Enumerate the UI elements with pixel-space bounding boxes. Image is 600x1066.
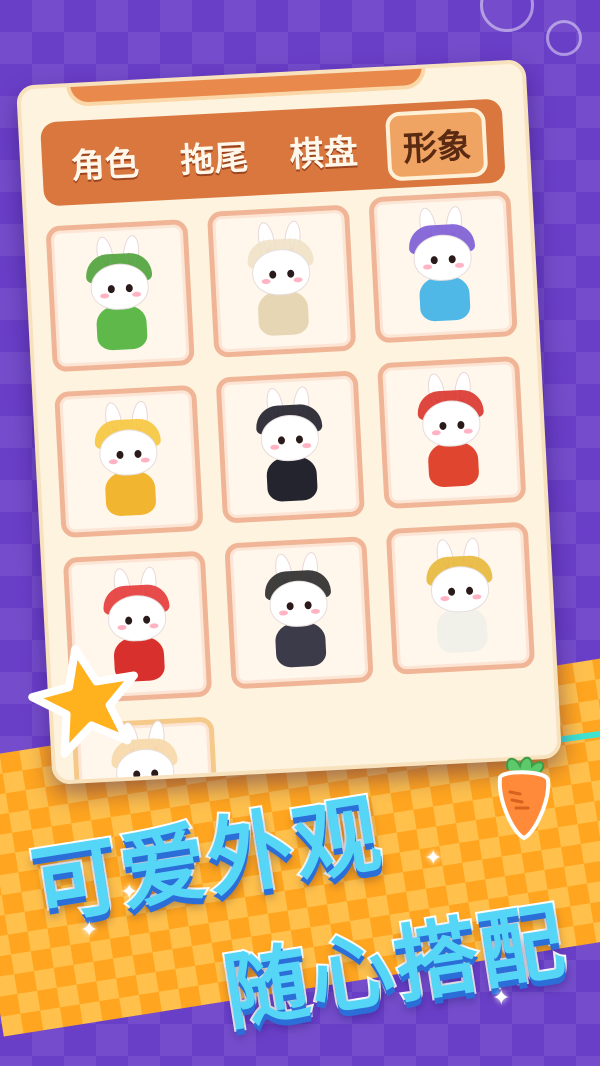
tab-appearance[interactable]: 形象 bbox=[385, 106, 489, 181]
category-tabs: 角色 拖尾 棋盘 形象 bbox=[39, 98, 506, 207]
skin-card-bandage-bunny[interactable] bbox=[206, 204, 357, 358]
skin-card-ninja-bunny[interactable] bbox=[215, 370, 366, 524]
panel-header-bar bbox=[65, 59, 427, 108]
pirate-bunny-figure bbox=[253, 551, 345, 675]
tab-trail[interactable]: 拖尾 bbox=[167, 123, 262, 189]
tab-character[interactable]: 角色 bbox=[57, 128, 152, 194]
sparkle-icon: ✦ bbox=[80, 918, 99, 943]
sparkle-icon: ✦ bbox=[424, 846, 443, 871]
sparkle-icon: ✦ bbox=[120, 880, 139, 905]
cabbage-bunny-figure bbox=[74, 233, 166, 357]
decorative-ring-top bbox=[480, 0, 534, 32]
bandage-bunny-figure bbox=[236, 219, 328, 343]
star-icon bbox=[28, 645, 138, 758]
ninja-bunny-figure bbox=[244, 385, 336, 509]
pharaoh-bunny-figure bbox=[414, 536, 506, 660]
skin-card-pirate-bunny[interactable] bbox=[224, 536, 374, 690]
skin-card-fortune-god-bunny[interactable] bbox=[377, 355, 527, 510]
sparkle-icon: ✦ bbox=[492, 986, 511, 1011]
tab-board[interactable]: 棋盘 bbox=[276, 117, 371, 183]
carrot-icon bbox=[497, 756, 551, 841]
skin-card-bee-bunny[interactable] bbox=[54, 384, 204, 539]
decorative-ring-top-small bbox=[546, 20, 582, 56]
monster-hood-bunny-figure bbox=[397, 205, 489, 329]
fortune-god-bunny-figure bbox=[406, 370, 498, 494]
skin-card-monster-hood-bunny[interactable] bbox=[368, 190, 518, 344]
bee-bunny-figure bbox=[83, 399, 175, 523]
skin-card-cabbage-bunny[interactable] bbox=[45, 219, 195, 373]
skin-card-pharaoh-bunny[interactable] bbox=[385, 521, 536, 675]
